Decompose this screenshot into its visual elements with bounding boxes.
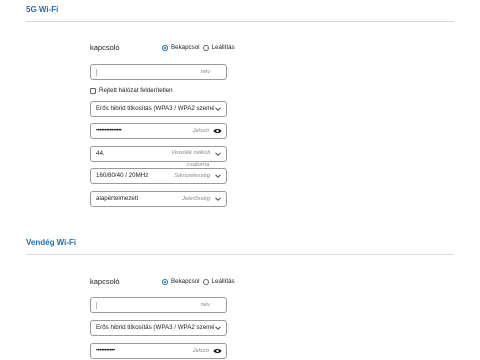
guest-password-input[interactable]: ••••••••••• Jelszó xyxy=(90,343,227,359)
signal-strength-value: alapértelmezett xyxy=(96,195,139,202)
name-placeholder: név xyxy=(200,302,210,308)
section-title-guest: Vendég Wi-Fi xyxy=(26,238,77,247)
password-placeholder: Jelszó xyxy=(192,128,209,134)
toggle-label: kapcsoló xyxy=(90,43,120,52)
radio-off-label: Leállítás xyxy=(211,278,235,285)
encryption-value: Erős hibrid titkosítás (WPA3 / WPA2 szem… xyxy=(96,324,214,331)
toggle-radio-group: Bekapcsol Leállítás xyxy=(162,44,235,51)
text-caret xyxy=(96,302,97,309)
radio-on-label: Bekapcsol xyxy=(171,278,200,285)
radio-off-label: Leállítás xyxy=(211,44,235,51)
eye-icon[interactable] xyxy=(213,348,222,354)
radio-off[interactable] xyxy=(202,278,209,285)
section-title-5g: 5G Wi-Fi xyxy=(26,5,59,14)
password-dots: ••••••••••• xyxy=(96,348,115,354)
radio-off[interactable] xyxy=(202,44,209,51)
radio-on[interactable] xyxy=(162,44,168,51)
name-placeholder: név xyxy=(200,69,210,75)
channel-placeholder-line1: Vezeték nélküli xyxy=(171,150,210,156)
hidden-network-label: Rejtett hálózat felderítetlen xyxy=(99,87,173,94)
bandwidth-select[interactable]: 160/80/40 / 20MHz Sávszélesség xyxy=(90,168,227,184)
channel-value: 44. xyxy=(96,150,105,157)
chevron-down-icon xyxy=(215,107,221,111)
toggle-label: kapcsoló xyxy=(90,277,120,286)
eye-icon[interactable] xyxy=(213,128,222,134)
signal-strength-placeholder: Jelerősség xyxy=(181,196,210,202)
hidden-network-row[interactable]: Rejtett hálózat felderítetlen xyxy=(90,87,173,94)
radio-on[interactable] xyxy=(162,278,168,285)
guest-ssid-name-input[interactable]: név xyxy=(90,297,227,313)
toggle-radio-group: Bekapcsol Leállítás xyxy=(162,278,235,285)
chevron-down-icon xyxy=(215,326,221,330)
encryption-value: Erős hibrid titkosítás (WPA3 / WPA2 szem… xyxy=(96,105,214,112)
guest-encryption-select[interactable]: Erős hibrid titkosítás (WPA3 / WPA2 szem… xyxy=(90,320,227,336)
radio-on-label: Bekapcsol xyxy=(171,44,200,51)
chevron-down-icon xyxy=(215,152,221,156)
divider xyxy=(26,21,454,22)
bandwidth-placeholder: Sávszélesség xyxy=(174,173,210,179)
password-dots: ••••••••••••••• xyxy=(96,128,122,134)
divider xyxy=(26,254,454,255)
chevron-down-icon xyxy=(215,197,221,201)
encryption-select[interactable]: Erős hibrid titkosítás (WPA3 / WPA2 szem… xyxy=(90,101,227,117)
password-input[interactable]: ••••••••••••••• Jelszó xyxy=(90,123,227,139)
password-placeholder: Jelszó xyxy=(192,348,209,354)
channel-select[interactable]: 44. Vezeték nélküli xyxy=(90,146,227,162)
bandwidth-value: 160/80/40 / 20MHz xyxy=(96,172,149,179)
ssid-name-input[interactable]: név xyxy=(90,64,227,80)
text-caret xyxy=(96,69,97,76)
signal-strength-select[interactable]: alapértelmezett Jelerősség xyxy=(90,191,227,207)
hidden-network-checkbox[interactable] xyxy=(90,87,96,94)
chevron-down-icon xyxy=(215,174,221,178)
